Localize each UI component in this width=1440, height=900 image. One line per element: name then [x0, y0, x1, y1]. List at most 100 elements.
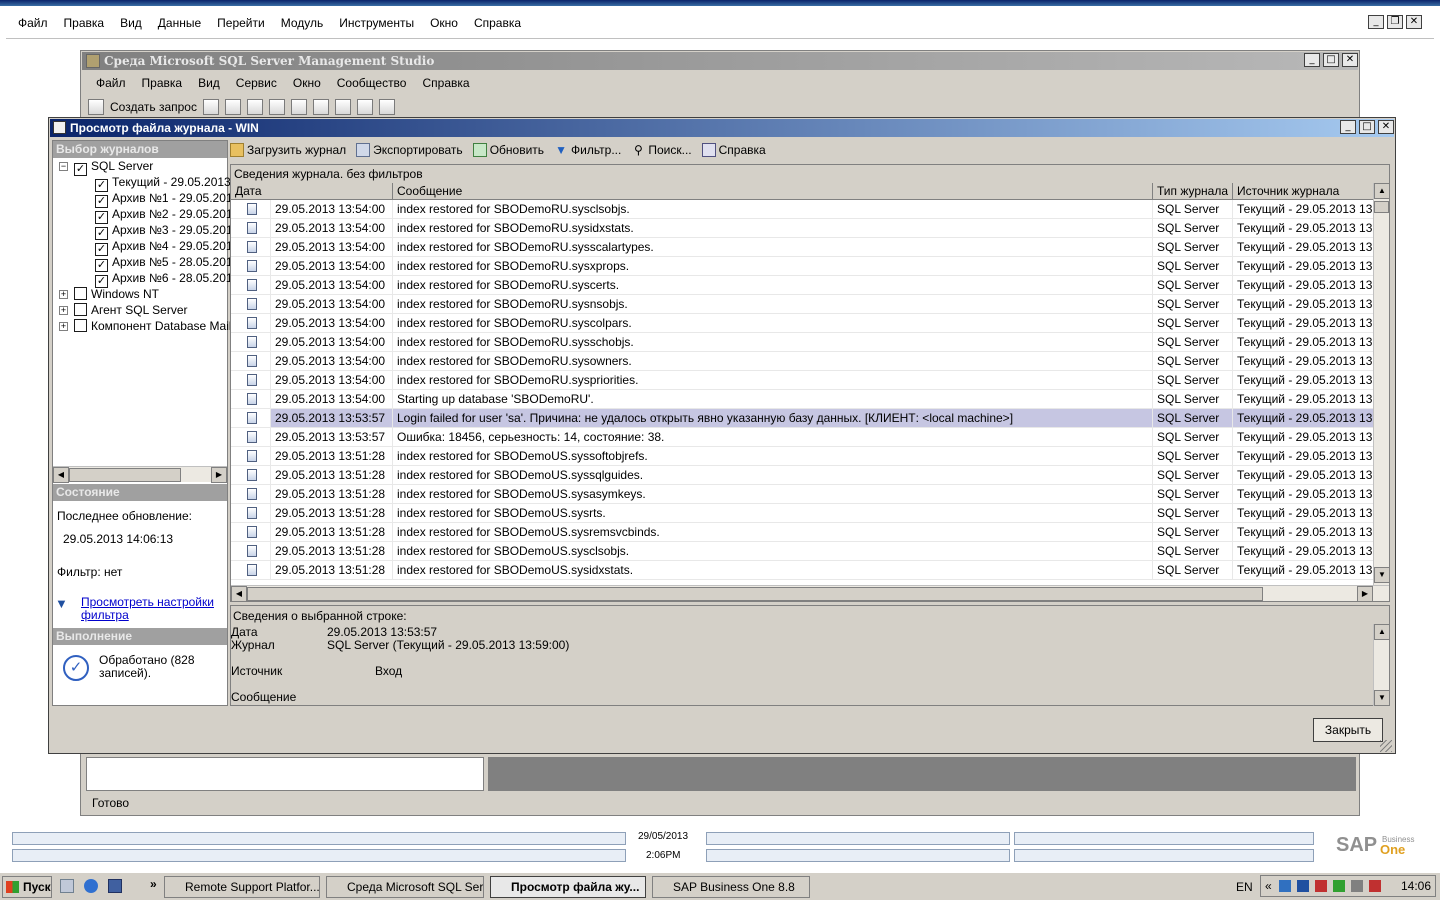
taskbar-item-log-viewer[interactable]: Просмотр файла жу...	[490, 876, 646, 898]
table-row[interactable]: 29.05.2013 13:54:00 index restored for SB…	[231, 295, 1389, 314]
save-icon[interactable]	[334, 99, 351, 115]
scroll-left-arrow-icon[interactable]: ◀	[231, 586, 247, 601]
tray-icon-6[interactable]	[1369, 880, 1381, 892]
chevron-icon[interactable]: »	[150, 877, 157, 891]
outer-menu-goto[interactable]: Перейти	[209, 14, 273, 32]
tree-item-archive-5[interactable]: ✓ Архив №5 - 28.05.2013	[95, 254, 239, 272]
desktop-icon[interactable]	[108, 879, 122, 893]
quicklaunch-icon-1[interactable]	[60, 879, 74, 893]
log-close-x-button[interactable]: ✕	[1378, 120, 1394, 134]
refresh-button[interactable]: Обновить	[472, 143, 544, 157]
table-row[interactable]: 29.05.2013 13:51:28 index restored for SB…	[231, 504, 1389, 523]
log-minimize-button[interactable]: _	[1340, 120, 1356, 134]
export-button[interactable]: Экспортировать	[356, 143, 463, 157]
table-row[interactable]: 29.05.2013 13:54:00 index restored for SB…	[231, 314, 1389, 333]
ssms-maximize-button[interactable]: □	[1323, 53, 1339, 67]
collapse-icon[interactable]: −	[59, 162, 68, 171]
taskbar-item-remote-support[interactable]: Remote Support Platfor...	[164, 876, 320, 898]
details-vertical-scrollbar[interactable]: ▲ ▼	[1373, 624, 1390, 706]
scroll-right-arrow-icon[interactable]: ▶	[211, 467, 227, 483]
column-header-date[interactable]: Дата	[231, 183, 393, 199]
table-row[interactable]: 29.05.2013 13:54:00 index restored for SB…	[231, 200, 1389, 219]
query-icon-3[interactable]	[246, 99, 263, 115]
outer-menu-tools[interactable]: Инструменты	[331, 14, 422, 32]
close-dialog-button[interactable]: Закрыть	[1313, 718, 1383, 742]
query-icon-2[interactable]	[224, 99, 241, 115]
ssms-menu-view[interactable]: Вид	[190, 74, 228, 92]
taskbar-item-ssms[interactable]: Среда Microsoft SQL Ser...	[326, 876, 484, 898]
tray-icon-4[interactable]	[1333, 880, 1345, 892]
table-row[interactable]: 29.05.2013 13:51:28 index restored for SB…	[231, 542, 1389, 561]
print-icon[interactable]	[356, 99, 373, 115]
scroll-left-arrow-icon[interactable]: ◀	[53, 467, 69, 483]
query-icon-1[interactable]	[202, 99, 219, 115]
scroll-thumb[interactable]	[247, 587, 1263, 601]
tree-item-current[interactable]: ✓ Текущий - 29.05.2013 1	[95, 174, 241, 192]
outer-menu-window[interactable]: Окно	[422, 14, 466, 32]
search-button[interactable]: ⚲ Поиск...	[631, 143, 692, 157]
filter-button[interactable]: ▼ Фильтр...	[554, 143, 621, 157]
table-row[interactable]: 29.05.2013 13:51:28 index restored for SB…	[231, 466, 1389, 485]
activity-monitor-icon[interactable]	[378, 99, 395, 115]
open-folder-icon[interactable]	[312, 99, 329, 115]
table-row[interactable]: 29.05.2013 13:54:00 index restored for SB…	[231, 257, 1389, 276]
table-row[interactable]: 29.05.2013 13:54:00 index restored for SB…	[231, 276, 1389, 295]
restore-button[interactable]: ❐	[1387, 15, 1403, 29]
tree-item-sql-agent[interactable]: + Агент SQL Server	[59, 302, 188, 318]
column-header-message[interactable]: Сообщение	[393, 183, 1153, 199]
checkbox-sql-agent[interactable]	[74, 303, 87, 316]
language-indicator[interactable]: EN	[1236, 880, 1253, 894]
ssms-menu-file[interactable]: Файл	[88, 74, 134, 92]
view-filter-link[interactable]: Просмотреть настройки	[81, 595, 214, 609]
tree-item-database-mail[interactable]: + Компонент Database Mail	[59, 318, 232, 334]
tree-item-windows-nt[interactable]: + Windows NT	[59, 286, 159, 302]
expand-icon[interactable]: +	[59, 290, 68, 299]
table-row[interactable]: 29.05.2013 13:51:28 index restored for SB…	[231, 485, 1389, 504]
expand-icon[interactable]: +	[59, 306, 68, 315]
log-maximize-button[interactable]: □	[1359, 120, 1375, 134]
tree-item-archive-1[interactable]: ✓ Архив №1 - 29.05.2013	[95, 190, 239, 208]
ssms-menu-edit[interactable]: Правка	[134, 74, 191, 92]
scroll-thumb[interactable]	[1374, 201, 1389, 213]
ssms-minimize-button[interactable]: _	[1304, 53, 1320, 67]
scroll-right-arrow-icon[interactable]: ▶	[1357, 586, 1373, 601]
outer-menu-file[interactable]: Файл	[10, 14, 56, 32]
tree-item-archive-4[interactable]: ✓ Архив №4 - 29.05.2013	[95, 238, 239, 256]
table-row[interactable]: 29.05.2013 13:54:00 index restored for SB…	[231, 238, 1389, 257]
tree-item-archive-6[interactable]: ✓ Архив №6 - 28.05.2013	[95, 270, 239, 288]
taskbar-item-sap[interactable]: SAP Business One 8.8	[652, 876, 810, 898]
ssms-close-button[interactable]: ✕	[1342, 53, 1358, 67]
load-log-button[interactable]: Загрузить журнал	[230, 143, 346, 157]
tree-item-archive-3[interactable]: ✓ Архив №3 - 29.05.2013	[95, 222, 239, 240]
ssms-menu-community[interactable]: Сообщество	[329, 74, 415, 92]
help-button[interactable]: Справка	[701, 143, 766, 157]
table-row[interactable]: 29.05.2013 13:54:00 index restored for SB…	[231, 219, 1389, 238]
checkbox-database-mail[interactable]	[74, 319, 87, 332]
ssms-menu-window[interactable]: Окно	[285, 74, 329, 92]
ssms-menu-help[interactable]: Справка	[414, 74, 477, 92]
scroll-thumb[interactable]	[69, 468, 181, 482]
tray-icon-5[interactable]	[1351, 880, 1363, 892]
grid-horizontal-scrollbar[interactable]: ◀ ▶	[231, 585, 1389, 601]
checkbox-sql-server[interactable]: ✓	[74, 163, 87, 176]
table-row[interactable]: 29.05.2013 13:54:00 Starting up database …	[231, 390, 1389, 409]
tree-item-sql-server[interactable]: − ✓ SQL Server	[59, 158, 153, 176]
scroll-up-arrow-icon[interactable]: ▲	[1374, 183, 1389, 199]
minimize-button[interactable]: _	[1368, 15, 1384, 29]
new-query-button[interactable]: Создать запрос	[110, 100, 197, 114]
column-header-log-source[interactable]: Источник журнала	[1233, 183, 1375, 199]
table-row[interactable]: 29.05.2013 13:53:57 Ошибка: 18456, серьез…	[231, 428, 1389, 447]
table-row[interactable]: 29.05.2013 13:53:57 Login failed for user…	[231, 409, 1389, 428]
query-icon-4[interactable]	[268, 99, 285, 115]
outer-menu-help[interactable]: Справка	[466, 14, 529, 32]
table-row[interactable]: 29.05.2013 13:51:28 index restored for SB…	[231, 523, 1389, 542]
outer-menu-view[interactable]: Вид	[112, 14, 150, 32]
tree-item-archive-2[interactable]: ✓ Архив №2 - 29.05.2013	[95, 206, 239, 224]
close-button[interactable]: ✕	[1406, 15, 1422, 29]
tree-horizontal-scrollbar[interactable]: ◀ ▶	[53, 466, 227, 483]
ie-icon[interactable]	[84, 879, 98, 893]
scroll-down-arrow-icon[interactable]: ▼	[1374, 567, 1389, 583]
start-button[interactable]: Пуск	[2, 876, 52, 898]
grid-vertical-scrollbar[interactable]: ▲ ▼	[1373, 183, 1389, 585]
outer-menu-edit[interactable]: Правка	[56, 14, 113, 32]
